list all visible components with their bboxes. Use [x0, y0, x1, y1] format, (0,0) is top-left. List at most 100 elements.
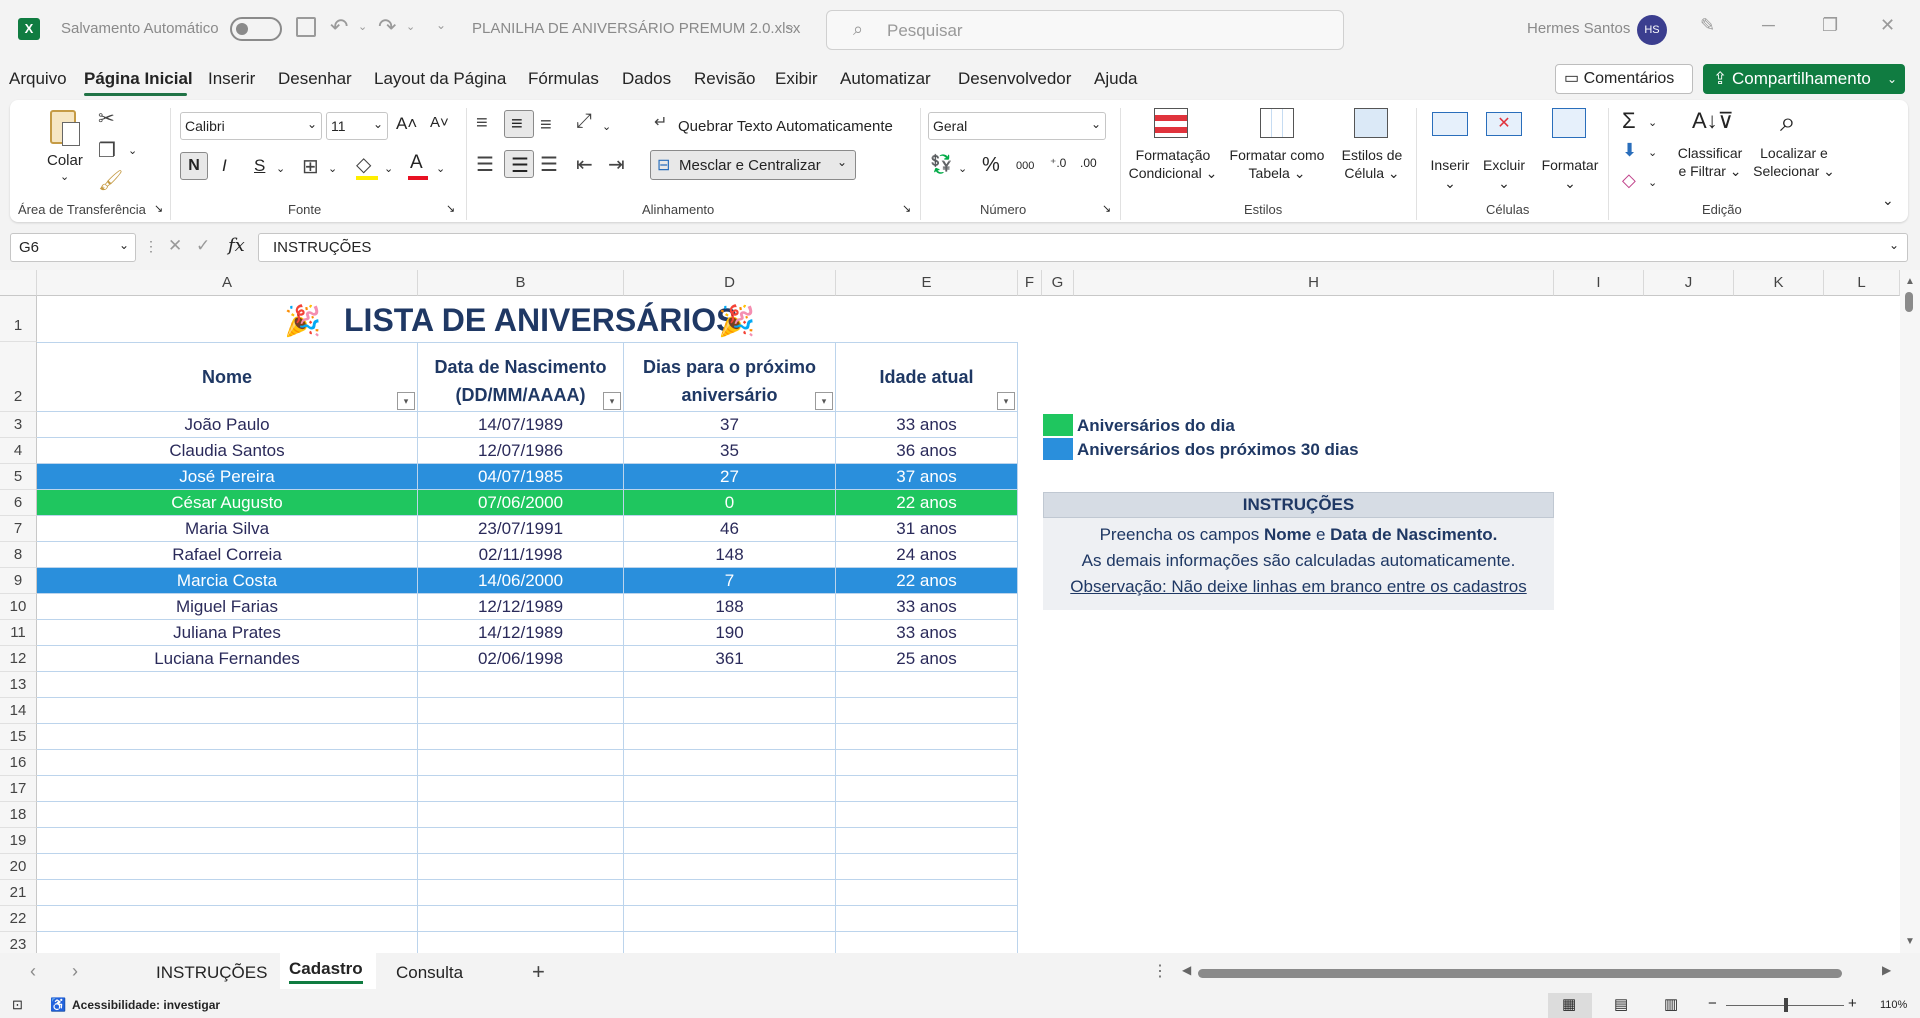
table-cell-name[interactable]: Marcia Costa: [37, 568, 418, 594]
row-header[interactable]: 8: [0, 542, 37, 568]
macro-record-icon[interactable]: ⊡: [12, 997, 23, 1013]
menu-layout[interactable]: Layout da Página: [374, 69, 506, 89]
table-cell-age[interactable]: [836, 906, 1018, 932]
wrap-text-icon[interactable]: ↵: [654, 112, 667, 132]
borders-dropdown-icon[interactable]: ⌄: [328, 162, 337, 175]
clear-dropdown-icon[interactable]: ⌄: [1648, 176, 1657, 189]
find-select-button[interactable]: ⌕ Localizar e Selecionar ⌄: [1752, 106, 1836, 190]
avatar[interactable]: HS: [1637, 15, 1667, 45]
table-cell-age[interactable]: 33 anos: [836, 412, 1018, 438]
row-header[interactable]: 9: [0, 568, 37, 594]
scroll-up-icon[interactable]: ▲: [1905, 276, 1915, 287]
table-cell-days[interactable]: 361: [624, 646, 836, 672]
conditional-formatting-button[interactable]: Formatação Condicional ⌄: [1128, 108, 1218, 190]
table-cell-name[interactable]: José Pereira: [37, 464, 418, 490]
paste-button[interactable]: Colar ⌄: [40, 108, 90, 183]
filter-dropdown-icon[interactable]: ▾: [603, 392, 621, 410]
row-header[interactable]: 5: [0, 464, 37, 490]
row-header[interactable]: 17: [0, 776, 37, 802]
row-header[interactable]: 4: [0, 438, 37, 464]
copy-icon[interactable]: ❐: [98, 138, 116, 163]
table-cell-age[interactable]: [836, 880, 1018, 906]
column-header-j[interactable]: J: [1644, 270, 1734, 296]
row-header[interactable]: 7: [0, 516, 37, 542]
filter-dropdown-icon[interactable]: ▾: [397, 392, 415, 410]
table-cell-name[interactable]: Rafael Correia: [37, 542, 418, 568]
table-cell-age[interactable]: 22 anos: [836, 568, 1018, 594]
accessibility-status[interactable]: Acessibilidade: investigar: [72, 998, 220, 1012]
name-box-dropdown-icon[interactable]: ⌄: [119, 238, 129, 252]
align-bottom-icon[interactable]: ≡: [540, 114, 552, 137]
table-cell-age[interactable]: [836, 750, 1018, 776]
table-cell-birth[interactable]: 02/11/1998: [418, 542, 624, 568]
restore-icon[interactable]: ❐: [1822, 15, 1838, 36]
pen-icon[interactable]: ✎: [1700, 15, 1715, 36]
row-header[interactable]: 2: [0, 342, 37, 412]
table-cell-birth[interactable]: 14/07/1989: [418, 412, 624, 438]
column-header-h[interactable]: H: [1074, 270, 1554, 296]
cell-styles-button[interactable]: Estilos de Célula ⌄: [1334, 108, 1410, 190]
wrap-text-button[interactable]: Quebrar Texto Automaticamente: [678, 118, 893, 135]
table-cell-birth[interactable]: [418, 802, 624, 828]
underline-dropdown-icon[interactable]: ⌄: [276, 162, 285, 175]
underline-button[interactable]: S: [254, 156, 265, 176]
format-painter-icon[interactable]: 🖌: [98, 168, 123, 193]
menu-desenhar[interactable]: Desenhar: [278, 69, 352, 89]
fill-icon[interactable]: ⬇: [1622, 140, 1637, 161]
table-cell-name[interactable]: [37, 776, 418, 802]
column-header-f[interactable]: F: [1018, 270, 1042, 296]
table-cell-name[interactable]: César Augusto: [37, 490, 418, 516]
decrease-decimal-icon[interactable]: .00: [1080, 156, 1097, 170]
table-cell-name[interactable]: [37, 932, 418, 953]
column-header-k[interactable]: K: [1734, 270, 1824, 296]
align-right-icon[interactable]: ☰: [540, 152, 558, 177]
table-cell-days[interactable]: [624, 828, 836, 854]
horizontal-scroll-thumb[interactable]: [1198, 969, 1842, 978]
font-size-combo[interactable]: 11 ⌄: [326, 112, 388, 140]
row-header[interactable]: 1: [0, 296, 37, 342]
tab-consulta[interactable]: Consulta: [396, 963, 463, 983]
italic-button[interactable]: I: [222, 156, 227, 176]
alignment-launcher-icon[interactable]: ↘: [902, 202, 911, 215]
row-header[interactable]: 11: [0, 620, 37, 646]
share-button[interactable]: ⇪ Compartilhamento ⌄: [1703, 64, 1905, 94]
column-header-d[interactable]: D: [624, 270, 836, 296]
align-top-icon[interactable]: ≡: [476, 112, 488, 135]
table-cell-birth[interactable]: 12/07/1986: [418, 438, 624, 464]
table-cell-age[interactable]: 33 anos: [836, 620, 1018, 646]
row-header[interactable]: 6: [0, 490, 37, 516]
table-cell-days[interactable]: [624, 802, 836, 828]
autosum-icon[interactable]: Σ: [1622, 108, 1636, 134]
table-cell-age[interactable]: 37 anos: [836, 464, 1018, 490]
copy-dropdown-icon[interactable]: ⌄: [128, 144, 137, 157]
font-color-dropdown-icon[interactable]: ⌄: [436, 162, 445, 175]
table-cell-name[interactable]: [37, 802, 418, 828]
align-center-button[interactable]: ☰: [504, 150, 534, 178]
table-cell-birth[interactable]: [418, 724, 624, 750]
search-box[interactable]: ⌕ Pesquisar: [826, 10, 1344, 50]
formula-bar-options-icon[interactable]: ⋮: [144, 238, 158, 255]
table-cell-birth[interactable]: [418, 880, 624, 906]
table-cell-days[interactable]: [624, 854, 836, 880]
decrease-indent-icon[interactable]: ⇤: [576, 152, 593, 177]
row-header[interactable]: 14: [0, 698, 37, 724]
decrease-font-icon[interactable]: A˅: [430, 114, 449, 131]
table-cell-days[interactable]: 148: [624, 542, 836, 568]
table-cell-birth[interactable]: 07/06/2000: [418, 490, 624, 516]
menu-inserir[interactable]: Inserir: [208, 69, 255, 89]
tab-prev-icon[interactable]: ‹: [30, 961, 36, 982]
table-cell-days[interactable]: 46: [624, 516, 836, 542]
table-cell-age[interactable]: [836, 802, 1018, 828]
table-cell-name[interactable]: [37, 724, 418, 750]
row-header[interactable]: 23: [0, 932, 37, 953]
clipboard-launcher-icon[interactable]: ↘: [154, 202, 163, 215]
table-cell-birth[interactable]: 14/12/1989: [418, 620, 624, 646]
comments-button[interactable]: ▭ Comentários: [1555, 64, 1693, 94]
table-cell-name[interactable]: [37, 906, 418, 932]
table-cell-days[interactable]: 188: [624, 594, 836, 620]
table-cell-days[interactable]: [624, 698, 836, 724]
tabs-splitter-icon[interactable]: ⋮: [1152, 961, 1168, 981]
row-header[interactable]: 10: [0, 594, 37, 620]
align-middle-button[interactable]: ≡: [504, 110, 534, 138]
tab-cadastro[interactable]: Cadastro: [289, 959, 363, 979]
